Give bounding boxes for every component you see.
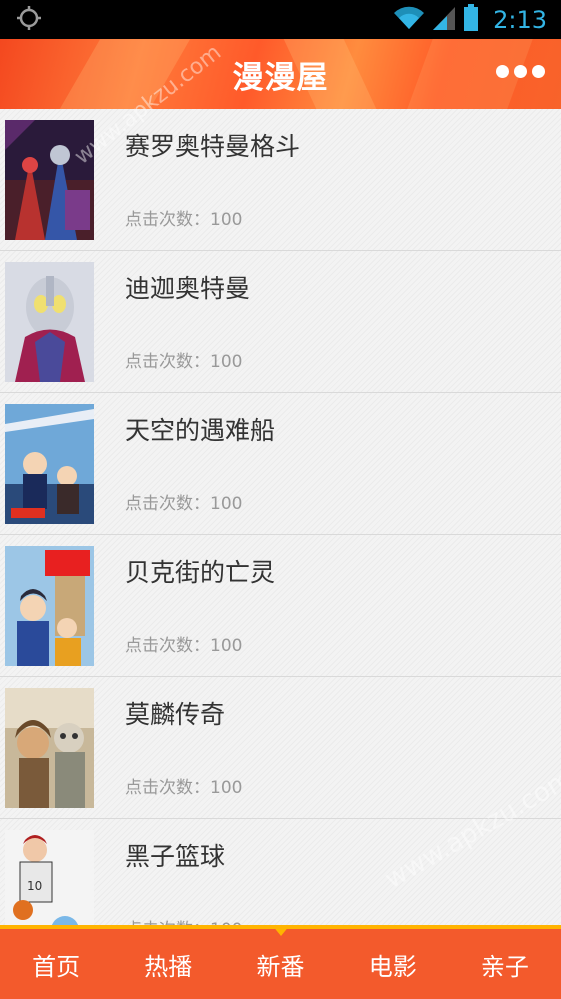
- poster-image: 10: [5, 830, 94, 925]
- nav-item-label: 新番: [256, 952, 305, 981]
- list-item[interactable]: 迪迦奥特曼 点击次数：100: [0, 251, 561, 393]
- item-click-count: 点击次数：100: [125, 778, 243, 798]
- app-header: 漫漫屋: [0, 39, 561, 109]
- more-button[interactable]: [494, 63, 547, 80]
- nav-item-family[interactable]: 亲子: [449, 929, 561, 999]
- item-click-count: 点击次数：100: [125, 352, 243, 372]
- item-title: 黑子篮球: [125, 842, 226, 871]
- item-title: 迪迦奥特曼: [125, 274, 251, 303]
- nav-item-home[interactable]: 首页: [0, 929, 112, 999]
- bottom-nav: 首页 热播 新番 电影 亲子: [0, 925, 561, 999]
- item-title: 莫麟传奇: [125, 700, 226, 729]
- list-item[interactable]: 10 黑子篮球 点击次数：100: [0, 819, 561, 925]
- nav-item-new[interactable]: 新番: [224, 925, 336, 999]
- poster-image: [5, 688, 94, 808]
- list-item[interactable]: 天空的遇难船 点击次数：100: [0, 393, 561, 535]
- svg-text:10: 10: [27, 879, 42, 893]
- poster-image: [5, 404, 94, 524]
- list-item[interactable]: 莫麟传奇 点击次数：100: [0, 677, 561, 819]
- poster-image: [5, 120, 94, 240]
- item-title: 赛罗奥特曼格斗: [125, 132, 301, 161]
- list-item[interactable]: 赛罗奥特曼格斗 点击次数：100: [0, 109, 561, 251]
- status-bar: 2:13: [0, 0, 561, 39]
- signal-icon: [433, 5, 456, 35]
- battery-icon: [463, 3, 479, 36]
- app-title: 漫漫屋: [232, 59, 329, 96]
- wifi-icon: [393, 5, 425, 35]
- item-title: 贝克街的亡灵: [125, 558, 276, 587]
- more-dots-icon: [496, 65, 509, 78]
- poster-image: [5, 262, 94, 382]
- active-tab-indicator: [271, 925, 290, 936]
- status-time: 2:13: [493, 5, 547, 34]
- poster-image: [5, 546, 94, 666]
- item-click-count: 点击次数：100: [125, 210, 243, 230]
- item-click-count: 点击次数：100: [125, 636, 243, 656]
- item-click-count: 点击次数：100: [125, 915, 242, 925]
- list-item[interactable]: 贝克街的亡灵 点击次数：100: [0, 535, 561, 677]
- item-title: 天空的遇难船: [125, 416, 276, 445]
- gps-icon: [16, 5, 42, 35]
- nav-item-trending[interactable]: 热播: [112, 929, 224, 999]
- nav-item-movies[interactable]: 电影: [337, 929, 449, 999]
- anime-list[interactable]: 赛罗奥特曼格斗 点击次数：100 迪迦奥特曼 点击次数：100 天空的遇难船 点…: [0, 109, 561, 925]
- item-click-count: 点击次数：100: [125, 494, 243, 514]
